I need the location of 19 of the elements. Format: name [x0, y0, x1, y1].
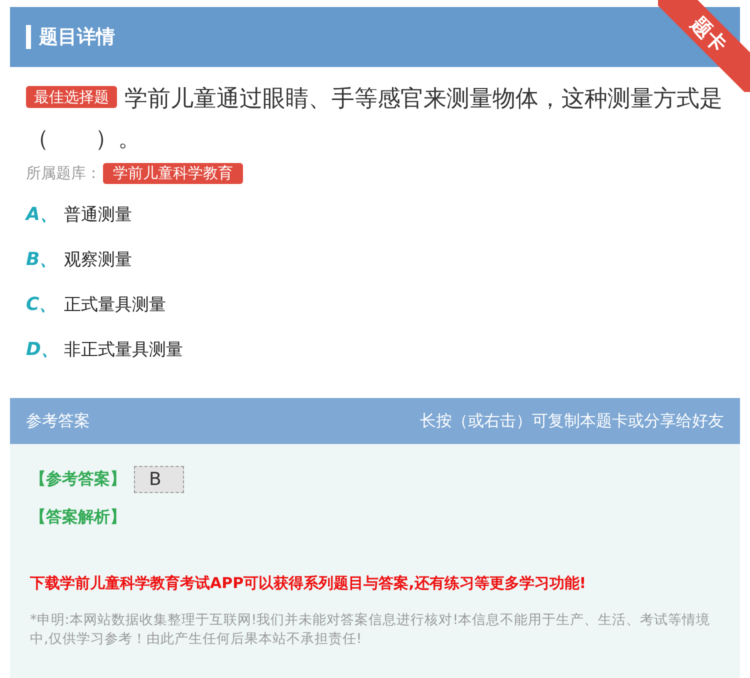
bank-label: 所属题库：	[26, 164, 101, 183]
analysis-label: 【答案解析】	[30, 507, 126, 526]
disclaimer-text: *申明:本网站数据收集整理于互联网!我们并未能对答案信息进行核对!本信息不能用于生产、生活、考试等情境中,仅供学习参考！由此产生任何后果本站不承担责任!	[30, 611, 712, 649]
title-accent-bar	[26, 25, 31, 49]
option-letter: D、	[26, 338, 52, 361]
app-promo-text: 下载学前儿童科学教育考试APP可以获得系列题目与答案,还有练习等更多学习功能!	[30, 574, 588, 593]
answer-label: 【参考答案】	[30, 469, 126, 490]
option-letter: C、	[26, 293, 52, 316]
option-text: 普通测量	[64, 204, 132, 226]
option-letter: A、	[26, 203, 52, 226]
header-title: 题目详情	[39, 25, 115, 50]
answer-header-title: 参考答案	[26, 410, 90, 432]
bank-tag[interactable]: 学前儿童科学教育	[103, 163, 243, 184]
option-text: 非正式量具测量	[64, 338, 183, 360]
answer-value: B	[134, 466, 184, 493]
option-letter: B、	[26, 248, 52, 271]
share-hint: 长按（或右击）可复制本题卡或分享给好友	[420, 410, 724, 432]
option-text: 正式量具测量	[64, 294, 166, 316]
option-text: 观察测量	[64, 248, 132, 270]
